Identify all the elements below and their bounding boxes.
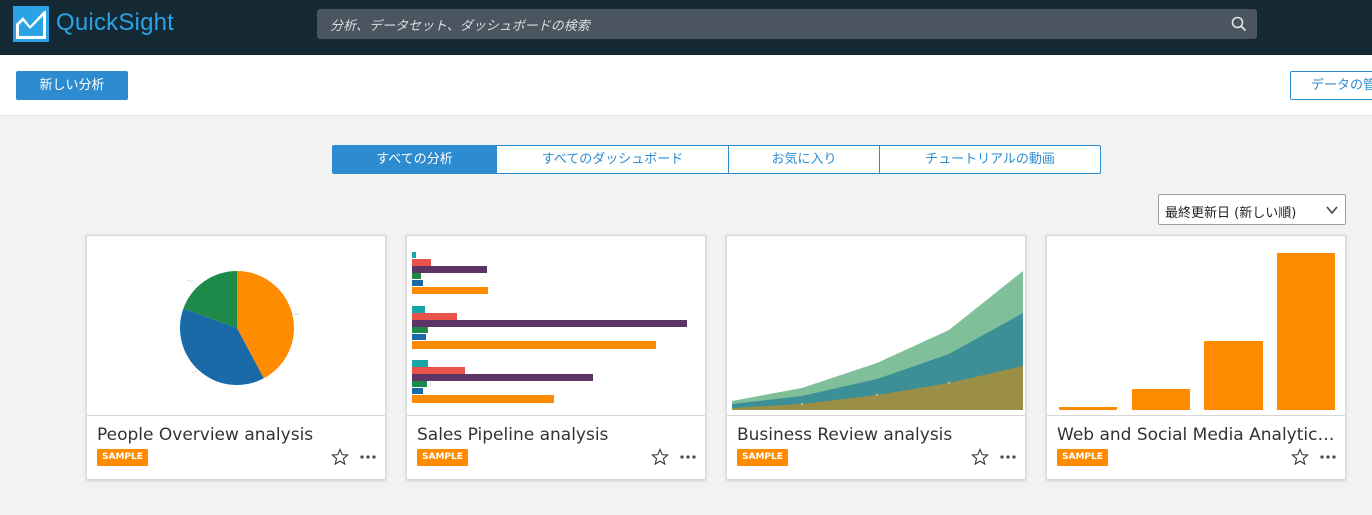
sort-selected-label: 最終更新日 (新しい順)	[1165, 206, 1297, 221]
app-name[interactable]: QuickSight	[56, 9, 174, 37]
card-title[interactable]: Sales Pipeline analysis	[417, 425, 701, 445]
more-options-icon[interactable]	[359, 448, 377, 466]
new-analysis-button[interactable]: 新しい分析	[16, 71, 128, 100]
sample-badge: SAMPLE	[1057, 449, 1108, 466]
card-title[interactable]: Business Review analysis	[737, 425, 1021, 445]
tab-all-dashboards[interactable]: すべてのダッシュボード	[497, 146, 729, 173]
star-icon[interactable]	[331, 448, 349, 466]
star-icon[interactable]	[971, 448, 989, 466]
manage-data-button[interactable]: データの管理	[1290, 71, 1372, 100]
search-input[interactable]: 分析、データセット、ダッシュボードの検索	[317, 9, 1257, 39]
card-title[interactable]: Web and Social Media Analytics analysis	[1057, 425, 1341, 445]
tab-favorites[interactable]: お気に入り	[729, 146, 880, 173]
search-placeholder: 分析、データセット、ダッシュボードの検索	[330, 19, 590, 34]
star-icon[interactable]	[1291, 448, 1309, 466]
tab-tutorial-videos[interactable]: チュートリアルの動画	[880, 146, 1100, 173]
area-chart-thumbnail	[727, 236, 1025, 416]
search-icon[interactable]	[1231, 16, 1247, 32]
analysis-card-business-review[interactable]: Business Review analysis SAMPLE	[726, 235, 1026, 480]
more-options-icon[interactable]	[679, 448, 697, 466]
pie-chart-thumbnail	[87, 236, 385, 416]
analysis-card-sales-pipeline[interactable]: Sales Pipeline analysis SAMPLE	[406, 235, 706, 480]
card-title[interactable]: People Overview analysis	[97, 425, 381, 445]
analysis-filter-tabs: すべての分析 すべてのダッシュボード お気に入り チュートリアルの動画	[332, 145, 1101, 174]
top-navigation-bar: QuickSight 分析、データセット、ダッシュボードの検索	[0, 0, 1372, 55]
bar-chart-thumbnail	[1047, 236, 1345, 416]
horizontal-bar-chart-thumbnail	[407, 236, 705, 416]
analysis-card-people-overview[interactable]: People Overview analysis SAMPLE	[86, 235, 386, 480]
analysis-card-web-social-media[interactable]: Web and Social Media Analytics analysis …	[1046, 235, 1346, 480]
sort-dropdown[interactable]: 最終更新日 (新しい順)	[1158, 194, 1346, 225]
more-options-icon[interactable]	[1319, 448, 1337, 466]
quicksight-logo-icon[interactable]	[13, 6, 49, 42]
star-icon[interactable]	[651, 448, 669, 466]
sample-badge: SAMPLE	[417, 449, 468, 466]
sample-badge: SAMPLE	[97, 449, 148, 466]
tab-all-analyses[interactable]: すべての分析	[333, 146, 497, 173]
sample-badge: SAMPLE	[737, 449, 788, 466]
chevron-down-icon	[1326, 206, 1338, 215]
action-bar: 新しい分析 データの管理	[0, 55, 1372, 116]
more-options-icon[interactable]	[999, 448, 1017, 466]
